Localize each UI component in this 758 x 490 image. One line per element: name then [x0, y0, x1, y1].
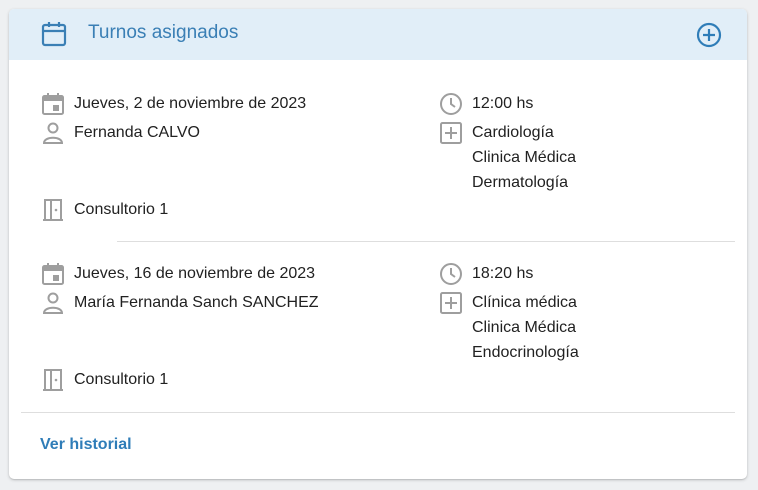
card-header: Turnos asignados: [9, 9, 747, 60]
specialty-list: Cardiología Clinica Médica Dermatología: [472, 120, 576, 195]
calendar-icon: [41, 22, 67, 47]
clock-icon: [440, 93, 462, 115]
appointments-card: Turnos asignados Jueves, 2 de noviembre …: [9, 9, 747, 479]
appointment-professional: Fernanda CALVO: [74, 124, 200, 141]
view-history-link[interactable]: Ver historial: [40, 436, 132, 454]
appointment-date: Jueves, 2 de noviembre de 2023: [74, 95, 307, 112]
specialty-item: Dermatología: [472, 174, 569, 191]
appointment-item: Jueves, 2 de noviembre de 2023 Fernanda …: [9, 89, 747, 229]
specialty-list: Clínica médica Clinica Médica Endocrinol…: [472, 290, 579, 365]
specialty-item: Endocrinología: [472, 344, 579, 361]
footer-divider: [21, 412, 735, 413]
appointment-time: 12:00 hs: [472, 95, 534, 112]
appointment-professional: María Fernanda Sanch SANCHEZ: [74, 294, 319, 311]
person-icon: [42, 292, 64, 314]
appointment-item: Jueves, 16 de noviembre de 2023 María Fe…: [9, 259, 747, 399]
door-icon: [43, 199, 63, 221]
appointment-date: Jueves, 16 de noviembre de 2023: [74, 265, 316, 282]
specialty-item: Clinica Médica: [472, 319, 577, 336]
appointment-room: Consultorio 1: [74, 201, 169, 218]
appointment-room: Consultorio 1: [74, 371, 169, 388]
card-title: Turnos asignados: [88, 22, 239, 43]
appointment-divider: [117, 241, 735, 242]
event-icon: [42, 93, 64, 115]
event-icon: [42, 263, 64, 285]
medical-plus-icon: [440, 292, 462, 314]
add-circle-icon[interactable]: [695, 21, 723, 49]
medical-plus-icon: [440, 122, 462, 144]
person-icon: [42, 122, 64, 144]
specialty-item: Cardiología: [472, 124, 554, 141]
specialty-item: Clinica Médica: [472, 149, 577, 166]
door-icon: [43, 369, 63, 391]
specialty-item: Clínica médica: [472, 294, 577, 311]
appointment-time: 18:20 hs: [472, 265, 534, 282]
clock-icon: [440, 263, 462, 285]
